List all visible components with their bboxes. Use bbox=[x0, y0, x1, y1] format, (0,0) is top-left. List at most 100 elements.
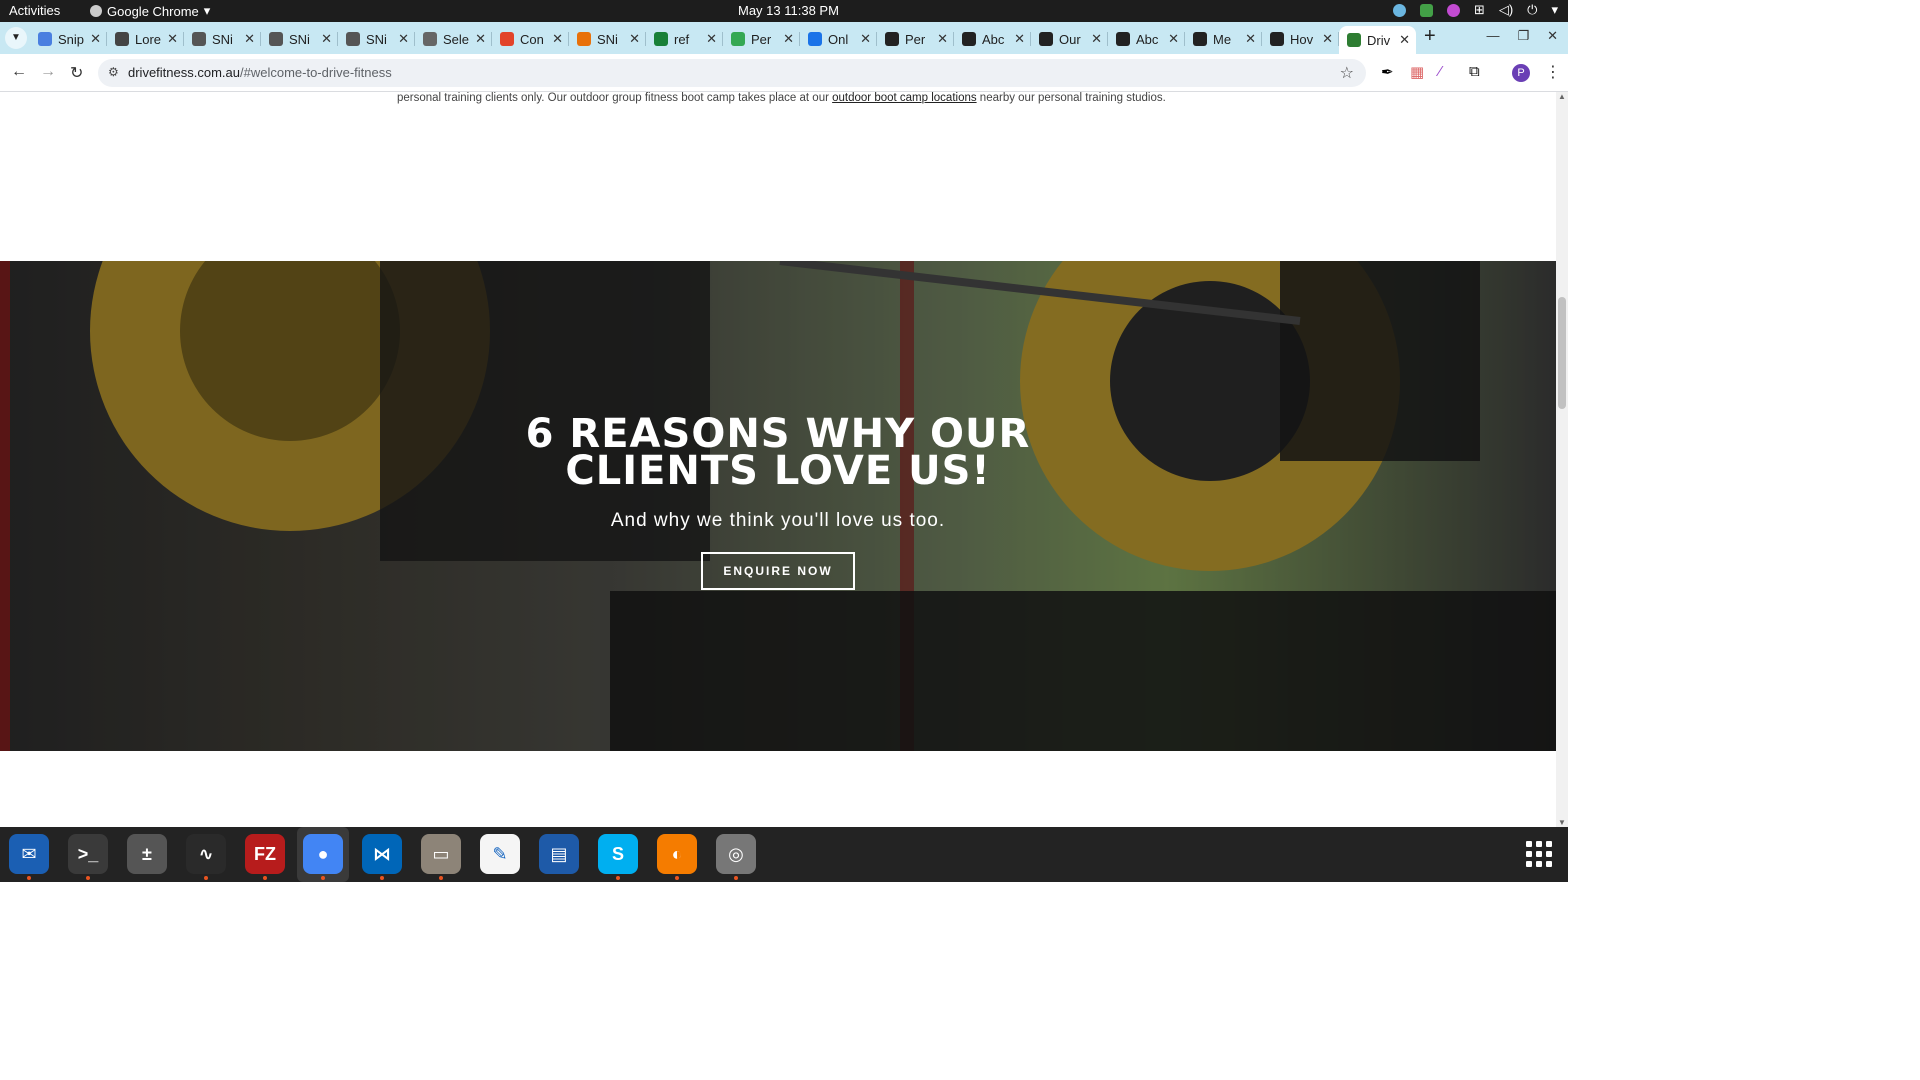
volume-icon[interactable]: ◁) bbox=[1499, 2, 1513, 18]
tab-title: Sele bbox=[443, 31, 470, 47]
tab-close-icon[interactable]: ✕ bbox=[321, 31, 332, 47]
tab-close-icon[interactable]: ✕ bbox=[1245, 31, 1256, 47]
vscode-icon[interactable]: ⋈ bbox=[362, 834, 402, 880]
back-icon[interactable]: ← bbox=[11, 63, 27, 81]
browser-tab[interactable]: SNi ✕ bbox=[261, 26, 338, 52]
show-apps-icon[interactable] bbox=[1526, 841, 1552, 867]
extensions-puzzle-icon[interactable]: ⧉ bbox=[1469, 63, 1480, 80]
tab-close-icon[interactable]: ✕ bbox=[398, 31, 409, 47]
tab-search-icon[interactable]: ▼ bbox=[5, 27, 27, 49]
text-editor-icon[interactable]: ✎ bbox=[480, 834, 520, 874]
forward-icon[interactable]: → bbox=[40, 63, 56, 81]
files-icon[interactable]: ▭ bbox=[421, 834, 461, 880]
browser-tab[interactable]: Per ✕ bbox=[723, 26, 800, 52]
burner-icon[interactable]: ◐ bbox=[657, 834, 697, 880]
tabs-container: Snip ✕ Lore ✕ SNi ✕ SNi ✕ SNi ✕ Sele ✕ Con ✕ SNi ✕ ref ✕ P… bbox=[30, 26, 1416, 54]
browser-tab[interactable]: Hov ✕ bbox=[1262, 26, 1339, 52]
browser-tab[interactable]: Sele ✕ bbox=[415, 26, 492, 52]
browser-tab[interactable]: Abc ✕ bbox=[1108, 26, 1185, 52]
scroll-up-icon[interactable]: ▲ bbox=[1558, 92, 1566, 101]
openai-icon bbox=[962, 32, 976, 46]
restore-icon[interactable]: ❐ bbox=[1517, 28, 1529, 44]
browser-tab[interactable]: Driv ✕ bbox=[1339, 26, 1416, 54]
scrollbar-thumb[interactable] bbox=[1558, 297, 1566, 409]
app-indicator-icon[interactable] bbox=[1392, 3, 1406, 17]
tab-close-icon[interactable]: ✕ bbox=[244, 31, 255, 47]
tab-close-icon[interactable]: ✕ bbox=[937, 31, 948, 47]
close-window-icon[interactable]: ✕ bbox=[1547, 28, 1558, 44]
snp-icon bbox=[192, 32, 206, 46]
eyedropper-extension-icon[interactable]: ✒ bbox=[1381, 63, 1394, 81]
tab-title: SNi bbox=[212, 31, 233, 47]
clock[interactable]: May 13 11:38 PM bbox=[738, 3, 839, 18]
disk-icon[interactable]: ◎ bbox=[716, 834, 756, 880]
caret-down-icon[interactable]: ▾ bbox=[1551, 2, 1558, 18]
browser-tab[interactable]: SNi ✕ bbox=[338, 26, 415, 52]
gitlab-icon bbox=[500, 32, 514, 46]
new-tab-button[interactable]: + bbox=[1424, 25, 1436, 48]
network-icon[interactable]: ⊞ bbox=[1474, 2, 1485, 18]
browser-tab[interactable]: Onl ✕ bbox=[800, 26, 877, 52]
running-indicator bbox=[734, 876, 738, 880]
site-info-icon[interactable]: ⚙ bbox=[108, 65, 119, 79]
chrome-icon[interactable]: ● bbox=[303, 834, 343, 880]
system-tray[interactable]: ⊞ ◁) ⏻ ▾ bbox=[1392, 2, 1558, 18]
tab-close-icon[interactable]: ✕ bbox=[1168, 31, 1179, 47]
dock-glyph: ◐ bbox=[671, 843, 683, 864]
browser-tab[interactable]: SNi ✕ bbox=[569, 26, 646, 52]
running-indicator bbox=[675, 876, 679, 880]
tab-close-icon[interactable]: ✕ bbox=[1091, 31, 1102, 47]
filezilla-icon[interactable]: FZ bbox=[245, 834, 285, 880]
tab-close-icon[interactable]: ✕ bbox=[783, 31, 794, 47]
tab-close-icon[interactable]: ✕ bbox=[629, 31, 640, 47]
calculator-icon[interactable]: ± bbox=[127, 834, 167, 874]
boot-camp-locations-link[interactable]: outdoor boot camp locations bbox=[832, 92, 976, 104]
power-icon[interactable]: ⏻ bbox=[1527, 2, 1537, 18]
tab-close-icon[interactable]: ✕ bbox=[90, 31, 101, 47]
color-picker-indicator-icon[interactable] bbox=[1446, 3, 1460, 17]
activities-button[interactable]: Activities bbox=[9, 3, 60, 18]
calendar-extension-icon[interactable]: ▦ bbox=[1410, 63, 1424, 81]
bookmark-star-icon[interactable]: ☆ bbox=[1340, 63, 1354, 83]
browser-tab[interactable]: Abc ✕ bbox=[954, 26, 1031, 52]
browser-tab[interactable]: ref ✕ bbox=[646, 26, 723, 52]
thunderbird-icon[interactable]: ✉ bbox=[9, 834, 49, 880]
browser-tab[interactable]: Me ✕ bbox=[1185, 26, 1262, 52]
terminal-icon[interactable]: >_ bbox=[68, 834, 108, 880]
pen-extension-icon[interactable]: ⁄ bbox=[1439, 63, 1442, 80]
tab-close-icon[interactable]: ✕ bbox=[475, 31, 486, 47]
tab-title: Me bbox=[1213, 31, 1232, 47]
document-viewer-icon[interactable]: ▤ bbox=[539, 834, 579, 874]
tab-title: Abc bbox=[1136, 31, 1159, 47]
tab-close-icon[interactable]: ✕ bbox=[167, 31, 178, 47]
dock: ✉ >_ ± ∿ FZ ● ⋈ ▭ ✎ ▤ S ◐ ◎ bbox=[0, 827, 1568, 882]
reload-icon[interactable]: ↻ bbox=[70, 63, 83, 83]
browser-tab[interactable]: Our ✕ bbox=[1031, 26, 1108, 52]
app-menu[interactable]: Google Chrome ▾ bbox=[90, 3, 210, 19]
running-indicator bbox=[204, 876, 208, 880]
browser-tab[interactable]: Per ✕ bbox=[877, 26, 954, 52]
tab-close-icon[interactable]: ✕ bbox=[1014, 31, 1025, 47]
browser-tab[interactable]: Con ✕ bbox=[492, 26, 569, 52]
skype-icon[interactable]: S bbox=[598, 834, 638, 880]
tab-close-icon[interactable]: ✕ bbox=[552, 31, 563, 47]
drive-fitness-icon bbox=[1347, 33, 1361, 47]
browser-tab[interactable]: Snip ✕ bbox=[30, 26, 107, 52]
chrome-menu-icon[interactable]: ⋮ bbox=[1545, 62, 1561, 82]
browser-tab[interactable]: Lore ✕ bbox=[107, 26, 184, 52]
tab-close-icon[interactable]: ✕ bbox=[706, 31, 717, 47]
check-indicator-icon[interactable] bbox=[1419, 3, 1433, 17]
tab-close-icon[interactable]: ✕ bbox=[1399, 32, 1410, 48]
minimize-icon[interactable]: — bbox=[1486, 28, 1499, 44]
tab-close-icon[interactable]: ✕ bbox=[860, 31, 871, 47]
page-scrollbar[interactable]: ▲ ▼ bbox=[1556, 92, 1568, 827]
address-bar[interactable]: ⚙ drivefitness.com.au/#welcome-to-drive-… bbox=[98, 59, 1366, 87]
scroll-down-icon[interactable]: ▼ bbox=[1558, 818, 1566, 827]
url-text[interactable]: drivefitness.com.au/#welcome-to-drive-fi… bbox=[128, 65, 392, 80]
enquire-now-button[interactable]: ENQUIRE NOW bbox=[701, 552, 855, 590]
tab-close-icon[interactable]: ✕ bbox=[1322, 31, 1333, 47]
profile-avatar[interactable]: P bbox=[1512, 64, 1530, 82]
running-indicator bbox=[321, 876, 325, 880]
system-monitor-icon[interactable]: ∿ bbox=[186, 834, 226, 880]
browser-tab[interactable]: SNi ✕ bbox=[184, 26, 261, 52]
